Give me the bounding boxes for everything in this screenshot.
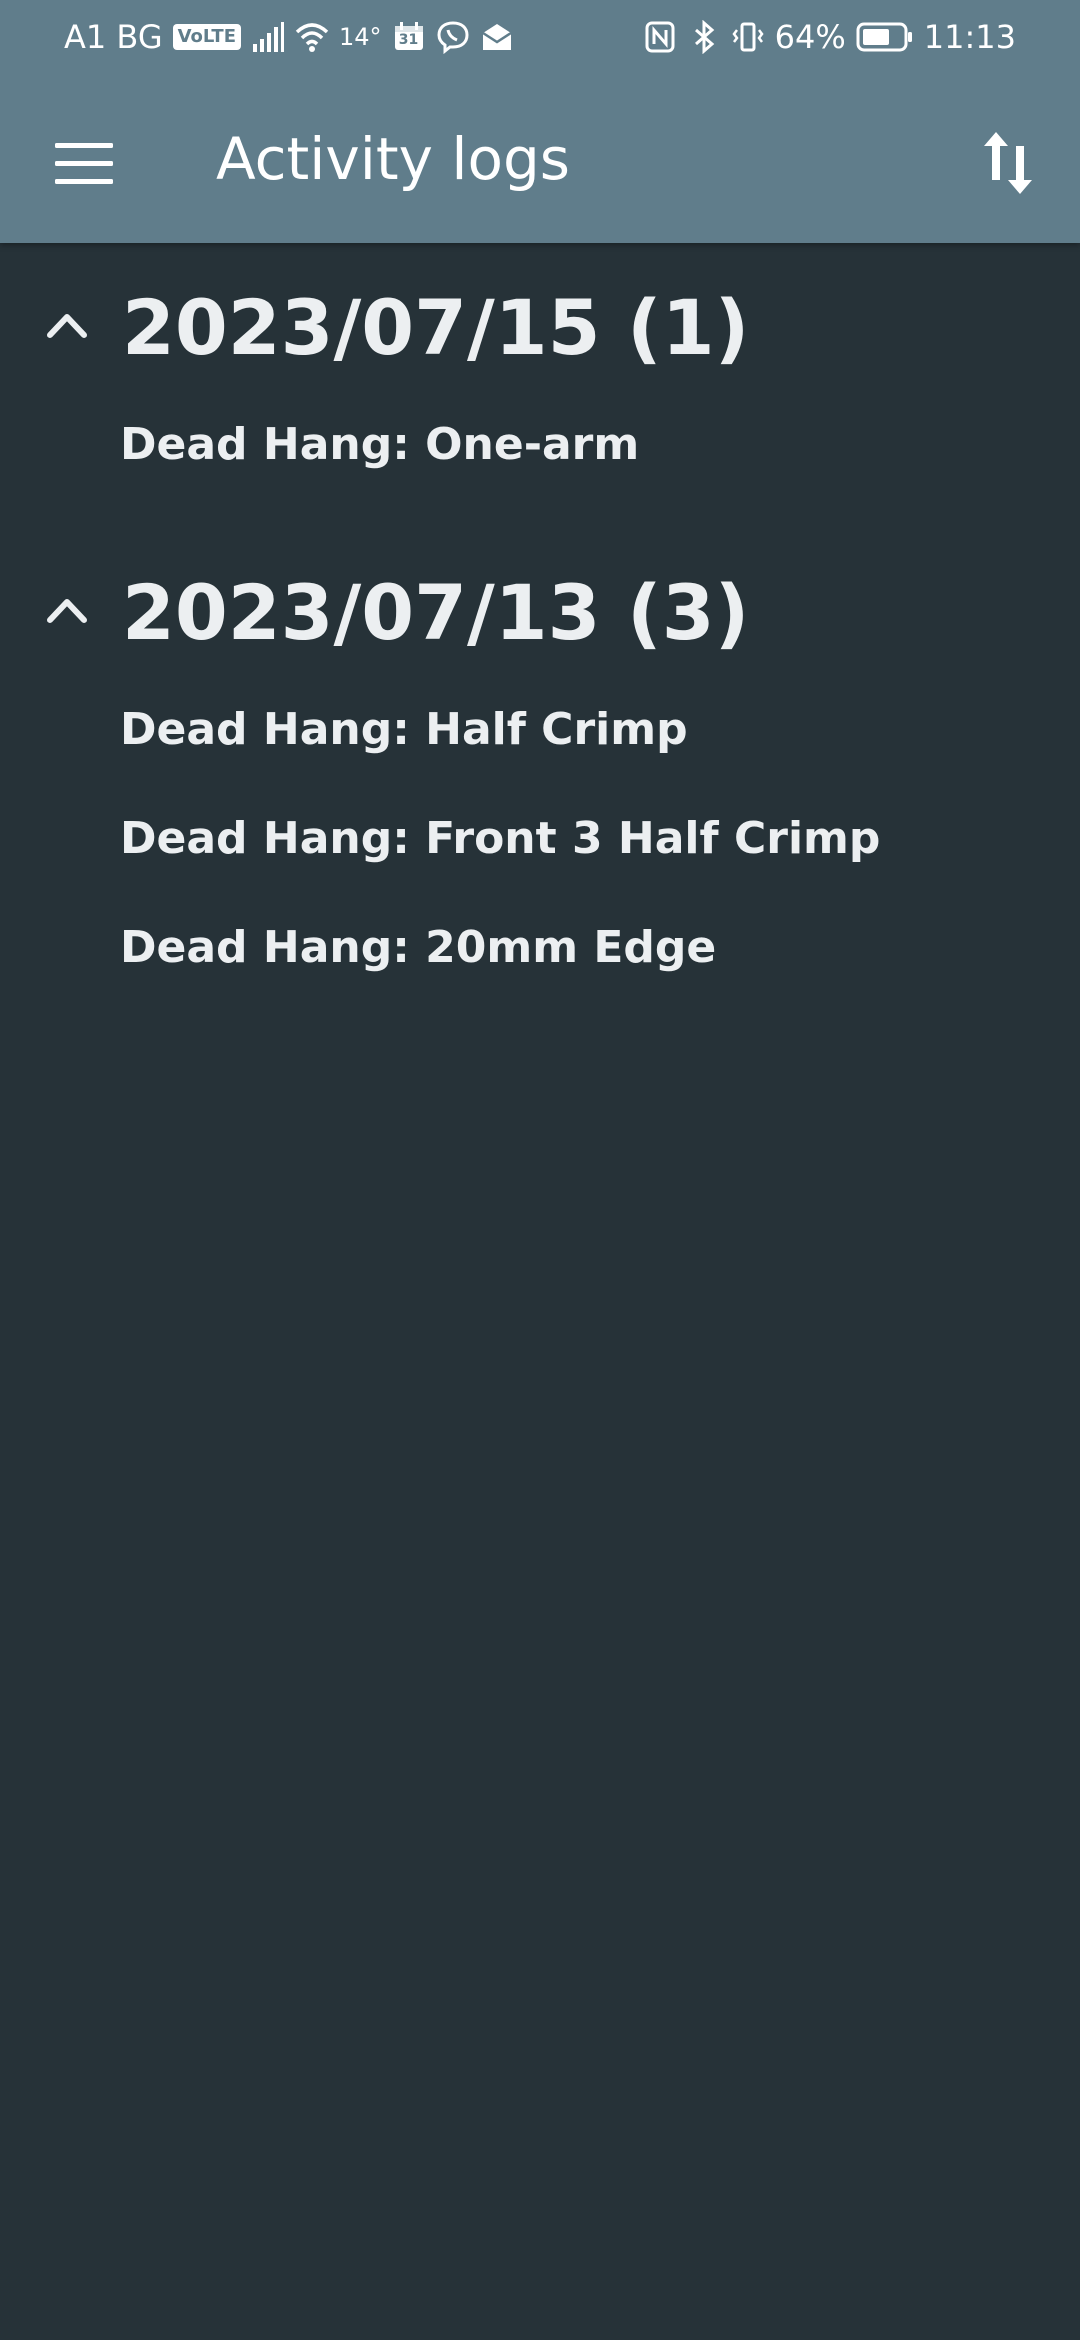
app-bar: A1 BG VoLTE 14° 31 64% 11:13 Activity lo… [0, 0, 1080, 243]
mail-icon [480, 20, 514, 54]
carrier-label: A1 BG [64, 18, 163, 56]
activity-label: Dead Hang: Half Crimp [120, 704, 688, 755]
list-item[interactable]: Dead Hang: Half Crimp [0, 704, 1080, 813]
log-group: 2023/07/15 (1) Dead Hang: One-arm [0, 243, 1080, 528]
chevron-up-icon[interactable] [46, 307, 88, 343]
sort-arrows-icon [984, 132, 1032, 194]
hamburger-menu-icon [55, 143, 113, 184]
battery-percent: 64% [774, 18, 846, 56]
temperature-label: 14° [339, 23, 382, 51]
activity-label: Dead Hang: One-arm [120, 419, 640, 470]
viber-icon [436, 20, 470, 54]
list-item[interactable]: Dead Hang: One-arm [0, 419, 1080, 528]
group-header[interactable]: 2023/07/15 (1) [0, 243, 1080, 419]
calendar-icon: 31 [392, 20, 426, 54]
calendar-day: 31 [398, 32, 419, 48]
battery-icon [856, 21, 914, 53]
group-header[interactable]: 2023/07/13 (3) [0, 528, 1080, 704]
nfc-icon [643, 20, 677, 54]
list-item[interactable]: Dead Hang: 20mm Edge [0, 922, 1080, 1031]
toolbar: Activity logs [0, 76, 1080, 243]
log-group: 2023/07/13 (3) Dead Hang: Half Crimp Dea… [0, 528, 1080, 1031]
activity-log-list: 2023/07/15 (1) Dead Hang: One-arm 2023/0… [0, 243, 1080, 1031]
list-item[interactable]: Dead Hang: Front 3 Half Crimp [0, 813, 1080, 922]
status-bar-left: A1 BG VoLTE 14° 31 [64, 18, 514, 56]
clock: 11:13 [923, 18, 1016, 56]
signal-icon [251, 20, 285, 54]
activity-label: Dead Hang: Front 3 Half Crimp [120, 813, 881, 864]
page-title: Activity logs [216, 125, 570, 193]
bluetooth-icon [687, 20, 721, 54]
wifi-icon [295, 20, 329, 54]
status-bar: A1 BG VoLTE 14° 31 64% 11:13 [0, 0, 1080, 76]
group-date-label: 2023/07/15 (1) [122, 283, 750, 372]
volte-badge: VoLTE [172, 24, 241, 50]
activity-label: Dead Hang: 20mm Edge [120, 922, 717, 973]
status-bar-right: 64% 11:13 [643, 18, 1016, 56]
group-date-label: 2023/07/13 (3) [122, 568, 750, 657]
chevron-up-icon[interactable] [46, 592, 88, 628]
sort-button[interactable] [968, 118, 1048, 208]
vibrate-icon [731, 20, 765, 54]
menu-button[interactable] [40, 120, 128, 208]
